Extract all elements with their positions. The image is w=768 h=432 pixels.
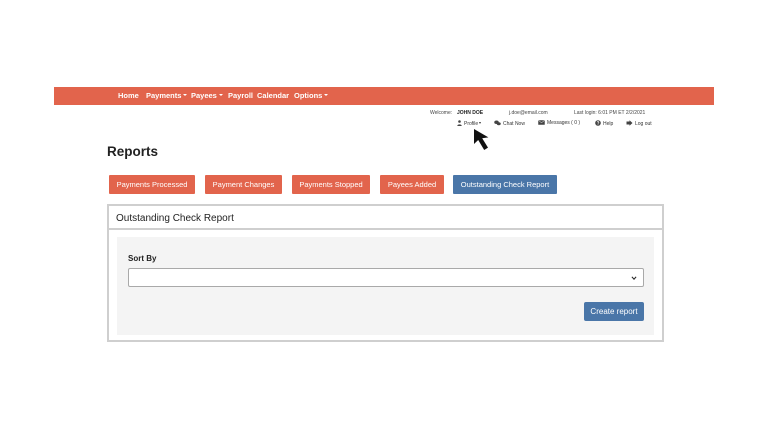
report-panel: Outstanding Check Report Sort By Create … [107,204,664,342]
nav-payments-label: Payments [146,91,182,100]
nav-payees[interactable]: Payees [191,87,223,105]
payment-changes-button[interactable]: Payment Changes [205,175,282,194]
caret-down-icon [479,122,482,124]
mouse-pointer-icon [474,129,489,150]
logout-icon [626,120,633,126]
nav-options-label: Options [294,91,323,100]
user-icon [457,120,462,126]
nav-payroll[interactable]: Payroll [228,87,253,105]
nav-options[interactable]: Options [294,87,329,105]
user-email: j.doe@email.com [509,110,548,116]
caret-down-icon [183,94,188,96]
nav-payees-label: Payees [191,91,217,100]
chat-icon [494,120,501,126]
nav-payments[interactable]: Payments [146,87,188,105]
panel-body: Sort By Create report [117,237,654,335]
chat-now-link[interactable]: Chat Now [494,120,525,127]
messages-link[interactable]: Messages ( 0 ) [538,120,580,127]
nav-calendar[interactable]: Calendar [257,87,289,105]
chat-now-label: Chat Now [503,121,525,127]
question-icon [595,120,601,126]
profile-link[interactable]: Profile [457,120,482,127]
sort-by-select[interactable] [128,268,644,287]
payments-stopped-button[interactable]: Payments Stopped [292,175,370,194]
panel-title: Outstanding Check Report [116,213,234,224]
welcome-label: Welcome: [430,110,453,116]
chevron-down-icon [631,276,637,281]
payees-added-button[interactable]: Payees Added [380,175,444,194]
profile-link-label: Profile [464,121,479,127]
nav-home[interactable]: Home [118,87,139,105]
panel-header: Outstanding Check Report [109,206,662,230]
help-link[interactable]: Help [595,120,613,127]
caret-down-icon [324,94,329,96]
page-title: Reports [107,144,159,159]
main-navbar: Home Payments Payees Payroll Calendar Op… [54,87,714,105]
last-login: Last login: 6:01 PM ET 2/2/2021 [574,110,646,116]
user-name: JOHN DOE [457,110,484,116]
logout-label: Log out [635,121,652,127]
create-report-button[interactable]: Create report [584,302,644,321]
outstanding-check-report-button[interactable]: Outstanding Check Report [453,175,557,194]
sort-by-label: Sort By [128,254,157,263]
help-label: Help [603,121,614,127]
payments-processed-button[interactable]: Payments Processed [109,175,195,194]
envelope-icon [538,120,545,125]
caret-down-icon [218,94,223,96]
logout-link[interactable]: Log out [626,120,652,127]
messages-label: Messages ( 0 ) [547,120,581,126]
